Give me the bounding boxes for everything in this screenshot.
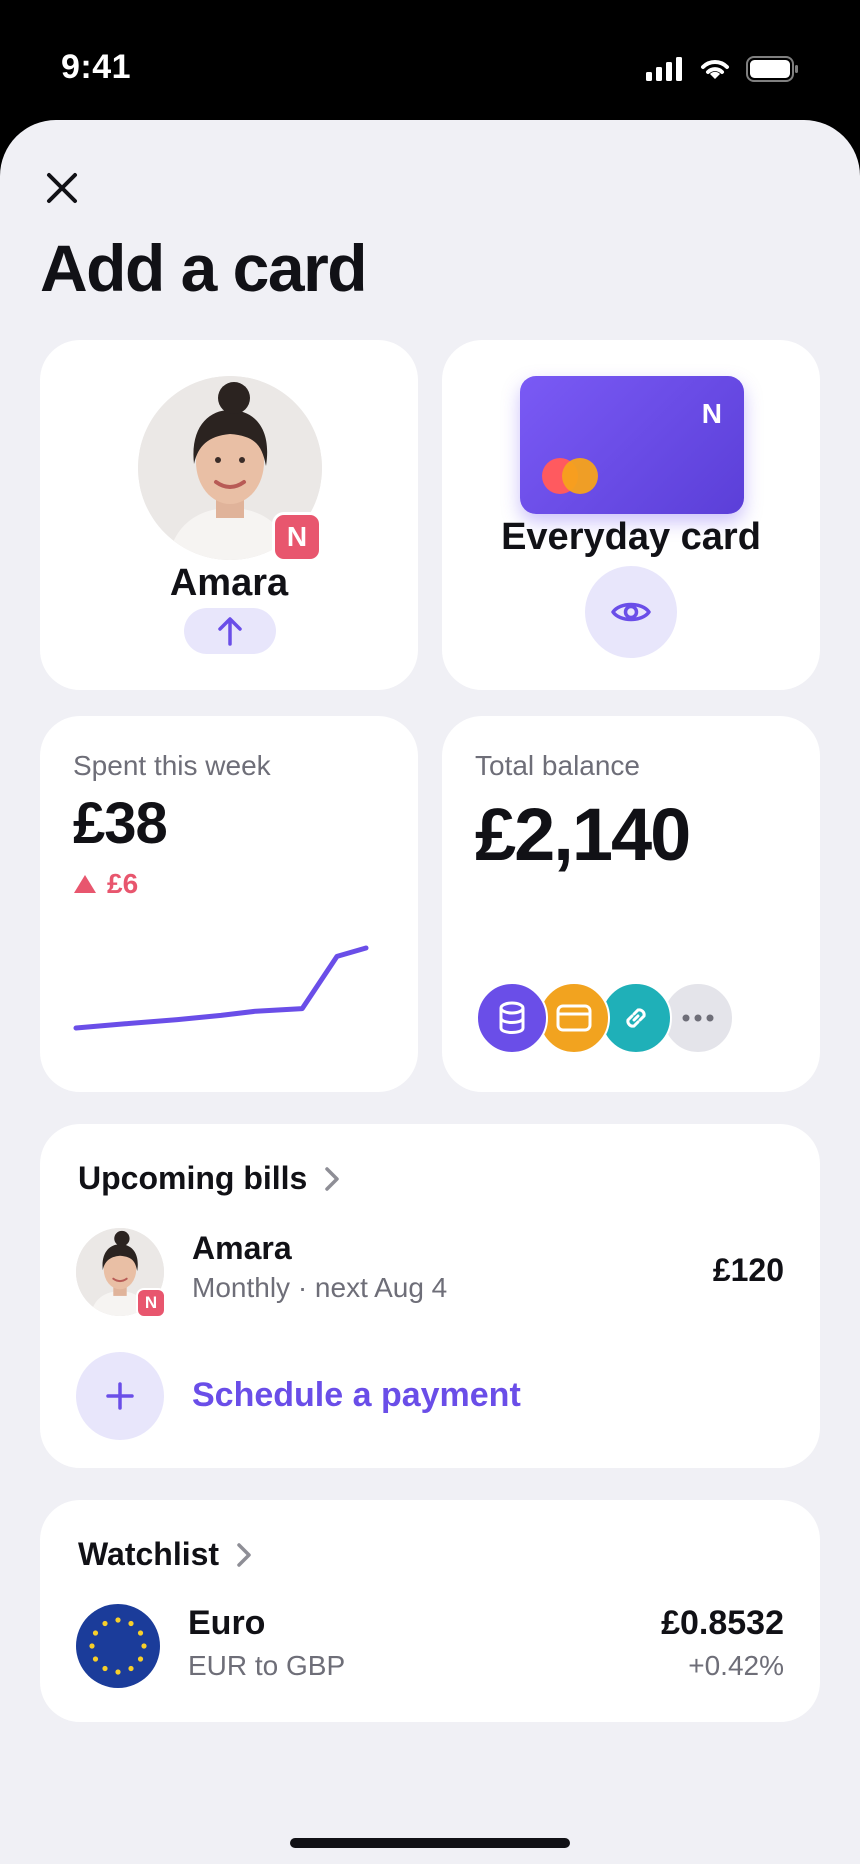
triangle-up-icon	[74, 875, 96, 893]
battery-icon	[746, 56, 798, 82]
upcoming-bills-header[interactable]: Upcoming bills	[78, 1160, 340, 1197]
bill-name: Amara	[192, 1230, 292, 1266]
chevron-right-icon	[237, 1542, 251, 1567]
spent-label: Spent this week	[73, 750, 271, 781]
link-icon	[626, 1008, 646, 1028]
eu-star	[137, 1630, 144, 1636]
eu-star	[141, 1643, 147, 1649]
spent-amount: £38	[73, 791, 168, 856]
send-button[interactable]	[184, 608, 276, 654]
everyday-card-title: Everyday card	[501, 516, 761, 558]
balance-amount: £2,140	[475, 793, 691, 876]
card-icon	[556, 1004, 592, 1032]
watch-currency-pair: EUR to GBP	[188, 1650, 346, 1681]
eu-star	[92, 1630, 99, 1636]
card-image: N	[520, 376, 744, 514]
schedule-payment-link[interactable]: Schedule a payment	[192, 1376, 521, 1415]
database-icon	[499, 1001, 525, 1034]
show-card-details-button[interactable]	[585, 566, 677, 658]
eu-star	[102, 1665, 108, 1672]
bill-schedule: Monthly · next Aug 4	[192, 1272, 448, 1303]
eu-star	[89, 1643, 95, 1649]
eu-stars	[89, 1617, 147, 1675]
eu-star	[115, 1669, 121, 1675]
watch-change: +0.42%	[688, 1650, 784, 1681]
spent-this-week-card[interactable]: Spent this week £38 £6	[40, 716, 418, 1092]
euro-flag-icon	[76, 1604, 160, 1688]
watchlist-title: Watchlist	[78, 1536, 220, 1572]
status-bar: 9:41	[0, 0, 860, 120]
watchlist-header[interactable]: Watchlist	[78, 1536, 251, 1573]
chevron-right-icon	[325, 1166, 340, 1191]
n-badge: N	[136, 1288, 166, 1318]
watch-currency-name: Euro	[188, 1604, 266, 1642]
spent-delta: £6	[73, 868, 138, 900]
watch-rate: £0.8532	[661, 1604, 784, 1642]
eu-star	[115, 1617, 121, 1623]
more-accounts-button[interactable]	[662, 982, 734, 1054]
signal-icon	[646, 57, 682, 81]
total-balance-card[interactable]: Total balance £2,140	[442, 716, 820, 1092]
balance-label: Total balance	[475, 750, 641, 781]
profile-name: Amara	[169, 562, 289, 604]
spent-delta-value: £6	[107, 868, 139, 899]
spending-trend-chart	[73, 945, 369, 1031]
status-time: 9:41	[61, 48, 132, 86]
watchlist-card: Watchlist Euro EUR to GBP £0.8532 +0.42%	[40, 1500, 820, 1722]
account-linked[interactable]	[600, 982, 672, 1054]
home-indicator	[290, 1838, 570, 1848]
arrow-up-icon	[218, 617, 242, 646]
add-card-sheet: Add a card N Amara N Everyday card Spent…	[0, 120, 860, 1864]
bill-amount: £120	[712, 1252, 784, 1288]
eu-star	[128, 1620, 134, 1627]
page-title: Add a card	[40, 231, 368, 305]
card-brand-mark: N	[701, 398, 722, 429]
eu-star	[137, 1656, 144, 1662]
eye-icon	[611, 602, 651, 622]
schedule-payment-button[interactable]	[76, 1352, 164, 1440]
eu-star	[128, 1665, 134, 1672]
eu-star	[102, 1620, 108, 1627]
account-card[interactable]	[538, 982, 610, 1054]
status-icons	[646, 56, 800, 82]
mastercard-logo-right	[562, 458, 598, 494]
upcoming-bills-title: Upcoming bills	[78, 1160, 308, 1196]
profile-card[interactable]: N Amara	[40, 340, 418, 690]
everyday-card-tile[interactable]: N Everyday card	[442, 340, 820, 690]
wifi-icon	[701, 60, 729, 79]
spending-trend-line	[73, 945, 369, 1031]
upcoming-bills-card: Upcoming bills N Amara Monthly · next Au…	[40, 1124, 820, 1468]
close-icon	[47, 173, 77, 203]
close-button[interactable]	[40, 166, 84, 210]
account-savings[interactable]	[476, 982, 548, 1054]
plus-icon	[106, 1382, 134, 1410]
eu-star	[92, 1656, 99, 1662]
n-badge: N	[272, 512, 322, 562]
more-icon	[682, 1014, 714, 1022]
